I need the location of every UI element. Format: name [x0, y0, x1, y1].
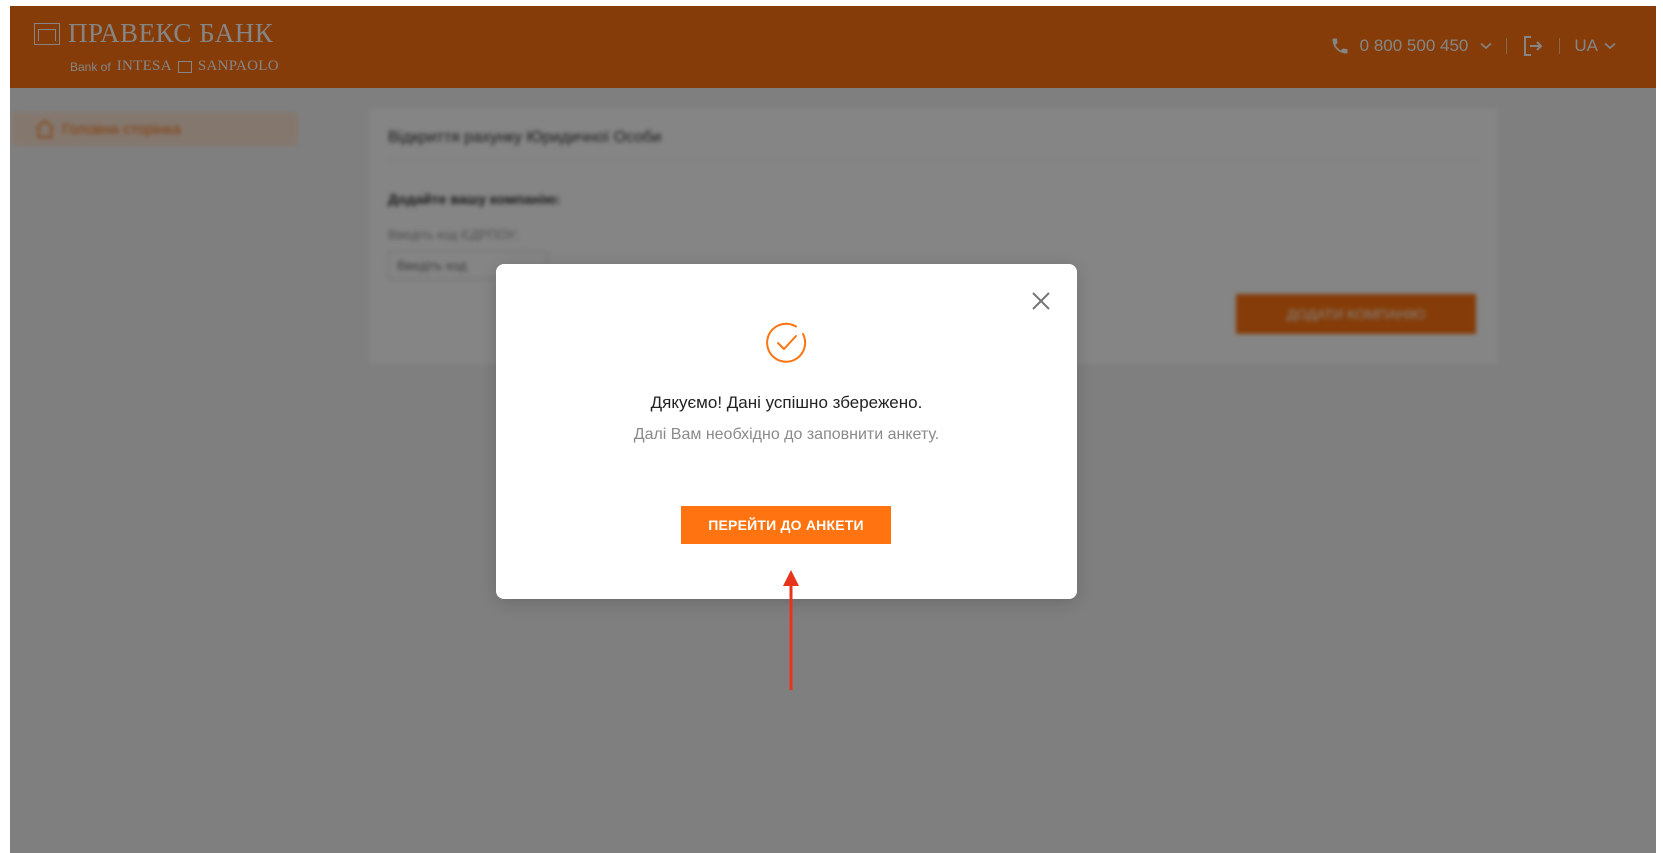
modal-title: Дякуємо! Дані успішно збережено. — [650, 393, 923, 412]
success-modal: Дякуємо! Дані успішно збережено. Далі Ва… — [496, 264, 1077, 599]
check-circle-icon — [766, 322, 807, 363]
close-icon[interactable] — [1028, 288, 1054, 314]
app-window: ПРАВЕКС БАНК Bank of INTESA SANPAOLO 0 8… — [10, 6, 1656, 853]
modal-message: Далі Вам необхідно до заповнити анкету. — [633, 426, 940, 443]
go-to-form-button[interactable]: ПЕРЕЙТИ ДО АНКЕТИ — [681, 506, 891, 544]
annotation-arrow-icon — [783, 570, 799, 690]
